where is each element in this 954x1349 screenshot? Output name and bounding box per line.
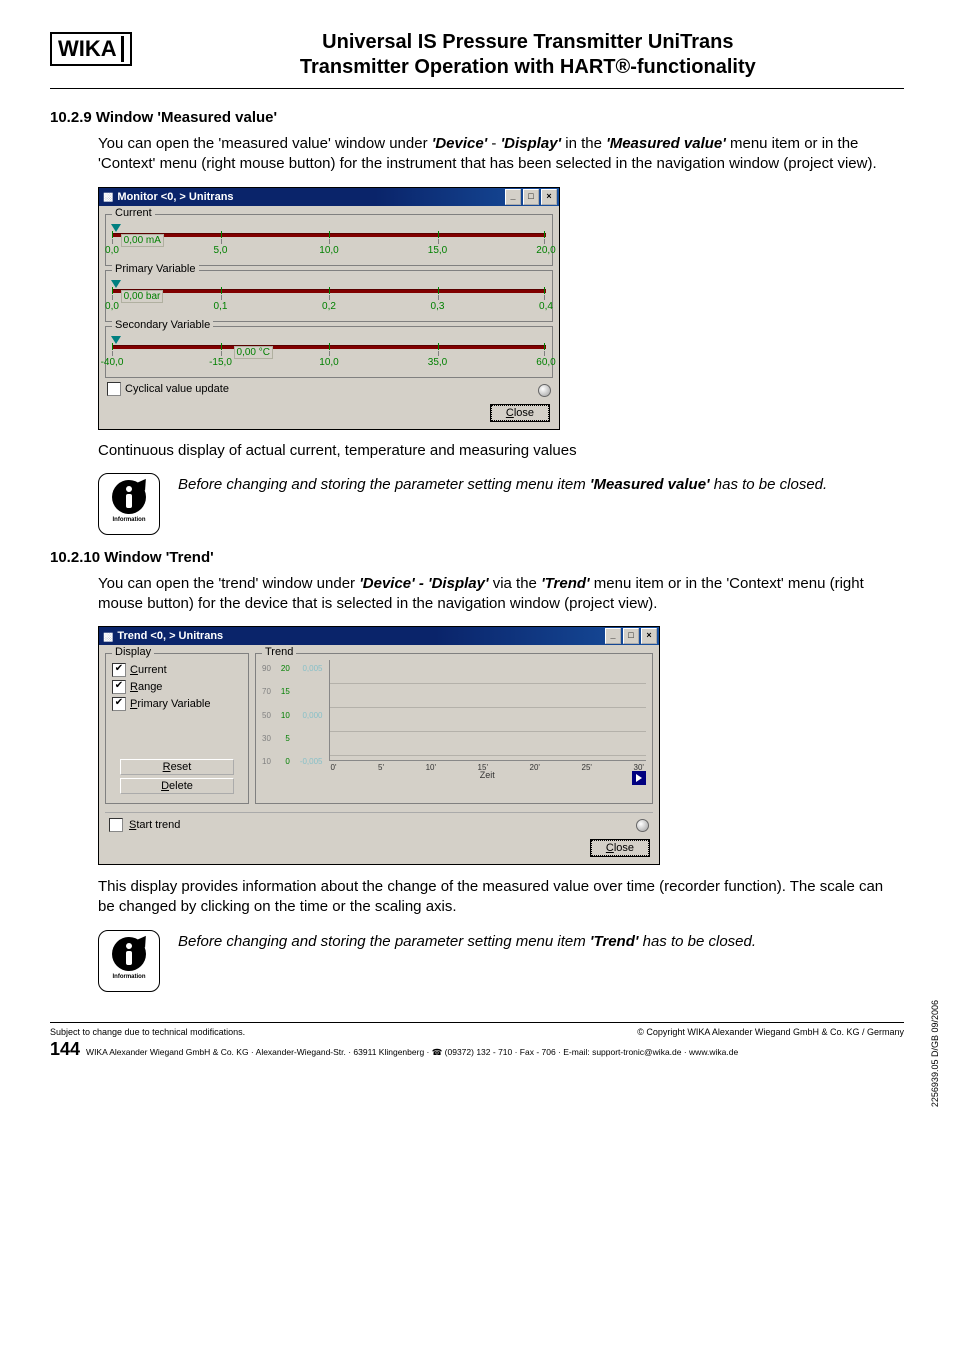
wika-logo: WIKA bbox=[50, 32, 132, 66]
plot-area[interactable] bbox=[329, 660, 647, 761]
trend-titlebar[interactable]: ▩ Trend <0, > Unitrans _ □ × bbox=[99, 627, 659, 645]
group-pv-label: Primary Variable bbox=[112, 263, 199, 275]
trend-label: Trend bbox=[262, 646, 296, 658]
info-measured-value: Information Before changing and storing … bbox=[98, 473, 904, 535]
trend-caption: This display provides information about … bbox=[98, 877, 894, 918]
display-label: Display bbox=[112, 646, 154, 658]
close-icon[interactable]: × bbox=[641, 628, 657, 644]
section2-paragraph: You can open the 'trend' window under 'D… bbox=[98, 574, 894, 615]
trend-close-button[interactable]: Close bbox=[591, 840, 649, 856]
start-trend-label: Start trend bbox=[129, 819, 180, 831]
monitor-title: Monitor <0, > Unitrans bbox=[117, 191, 505, 203]
yaxis-ma[interactable]: 20151050 bbox=[281, 660, 290, 780]
monitor-close-button[interactable]: Close bbox=[491, 405, 549, 421]
minimize-button[interactable]: _ bbox=[505, 189, 521, 205]
yaxis-percent[interactable]: 9070503010 bbox=[262, 660, 271, 780]
cyclical-label: Cyclical value update bbox=[125, 383, 229, 395]
status-led-icon bbox=[636, 819, 649, 832]
close-icon[interactable]: × bbox=[541, 189, 557, 205]
document-title: Universal IS Pressure Transmitter UniTra… bbox=[132, 30, 904, 80]
group-sv-label: Secondary Variable bbox=[112, 319, 213, 331]
primary-variable-checkbox[interactable] bbox=[112, 697, 126, 711]
minimize-button[interactable]: _ bbox=[605, 628, 621, 644]
section-heading-trend: 10.2.10 Window 'Trend' bbox=[50, 549, 904, 566]
page-header: WIKA Universal IS Pressure Transmitter U… bbox=[50, 30, 904, 89]
footer-bottom: 144 WIKA Alexander Wiegand GmbH & Co. KG… bbox=[50, 1039, 904, 1060]
information-icon: Information bbox=[98, 473, 160, 535]
monitor-titlebar[interactable]: ▩ Monitor <0, > Unitrans _ □ × bbox=[99, 188, 559, 206]
scroll-right-icon[interactable] bbox=[632, 771, 646, 785]
footer-left: Subject to change due to technical modif… bbox=[50, 1027, 245, 1037]
delete-button[interactable]: Delete bbox=[120, 778, 234, 794]
xaxis-label: Zeit bbox=[329, 770, 647, 780]
chart-icon: ▩ bbox=[103, 190, 113, 203]
group-secondary-variable: Secondary Variable 0,00 °C -40,0 -15,0 1… bbox=[105, 326, 553, 378]
footer-bar: Subject to change due to technical modif… bbox=[50, 1022, 904, 1037]
yaxis-bar[interactable]: 0,0050,000-0,005 bbox=[300, 660, 323, 780]
info1-text: Before changing and storing the paramete… bbox=[178, 473, 827, 495]
cyclical-checkbox[interactable] bbox=[107, 382, 121, 396]
section-heading-measured-value: 10.2.9 Window 'Measured value' bbox=[50, 109, 904, 126]
maximize-button[interactable]: □ bbox=[523, 189, 539, 205]
footer-right: © Copyright WIKA Alexander Wiegand GmbH … bbox=[637, 1027, 904, 1037]
current-ruler: 0,00 mA 0,0 5,0 10,0 15,0 20,0 bbox=[112, 225, 546, 259]
reset-button[interactable]: Reset bbox=[120, 759, 234, 775]
group-current-label: Current bbox=[112, 207, 155, 219]
maximize-button[interactable]: □ bbox=[623, 628, 639, 644]
cyclical-update-row: Cyclical value update bbox=[107, 382, 551, 397]
current-checkbox[interactable] bbox=[112, 663, 126, 677]
trend-window: ▩ Trend <0, > Unitrans _ □ × Display Cur… bbox=[98, 626, 660, 865]
trend-chart[interactable]: 9070503010 20151050 0,0050,000-0,005 bbox=[262, 660, 646, 780]
chart-icon: ▩ bbox=[103, 630, 113, 643]
info-trend: Information Before changing and storing … bbox=[98, 930, 904, 992]
footer-address: WIKA Alexander Wiegand GmbH & Co. KG · A… bbox=[86, 1047, 738, 1058]
document-id-vertical: 2256939.05 D/GB 09/2006 bbox=[930, 1000, 940, 1107]
current-value: 0,00 mA bbox=[121, 234, 164, 247]
pv-ruler: 0,00 bar 0,0 0,1 0,2 0,3 0,4 bbox=[112, 281, 546, 315]
section1-paragraph: You can open the 'measured value' window… bbox=[98, 134, 894, 175]
info2-text: Before changing and storing the paramete… bbox=[178, 930, 756, 952]
information-icon: Information bbox=[98, 930, 160, 992]
page-number: 144 bbox=[50, 1039, 80, 1060]
display-panel: Display Current Range Primary Variable R… bbox=[105, 653, 249, 804]
monitor-window: ▩ Monitor <0, > Unitrans _ □ × Current 0… bbox=[98, 187, 560, 430]
trend-panel: Trend 9070503010 20151050 0,0050,000-0,0… bbox=[255, 653, 653, 804]
range-checkbox[interactable] bbox=[112, 680, 126, 694]
pv-value: 0,00 bar bbox=[121, 290, 164, 303]
status-led-icon bbox=[538, 384, 551, 397]
sv-ruler: 0,00 °C -40,0 -15,0 10,0 35,0 60,0 bbox=[112, 337, 546, 371]
trend-title: Trend <0, > Unitrans bbox=[117, 630, 605, 642]
group-primary-variable: Primary Variable 0,00 bar 0,0 0,1 0,2 0,… bbox=[105, 270, 553, 322]
sv-value: 0,00 °C bbox=[234, 346, 273, 359]
group-current: Current 0,00 mA 0,0 5,0 10,0 15,0 20,0 bbox=[105, 214, 553, 266]
monitor-caption: Continuous display of actual current, te… bbox=[98, 442, 904, 459]
start-trend-checkbox[interactable] bbox=[109, 818, 123, 832]
